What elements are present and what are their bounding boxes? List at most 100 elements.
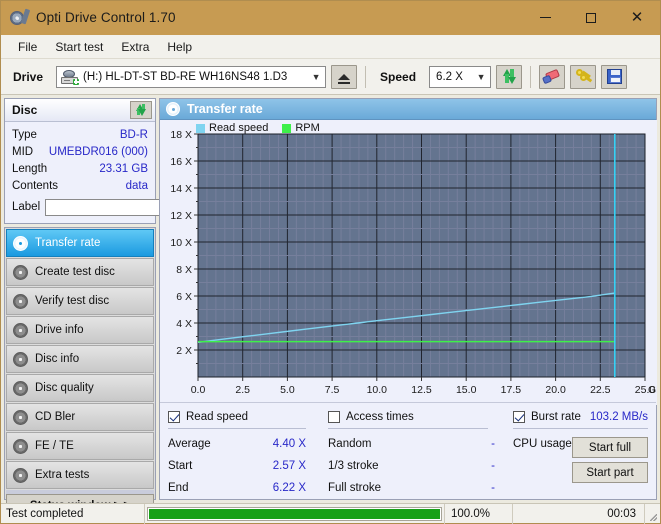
application-window: Opti Drive Control 1.70 ✕ File Start tes… [0,0,661,524]
disc-row-key: Length [12,162,48,175]
disc-row-length: Length 23.31 GB [12,160,148,177]
read-speed-checkbox[interactable] [168,410,180,423]
save-disk-icon [606,69,622,84]
svg-text:10 X: 10 X [170,237,192,249]
sidebar-item-verify-test-disc[interactable]: Verify test disc [6,287,154,315]
svg-text:10.0: 10.0 [367,384,388,396]
resize-grip-icon[interactable] [644,503,660,524]
refresh-button[interactable] [496,64,523,89]
disc-refresh-button[interactable] [130,101,152,119]
keys-button[interactable] [570,64,597,89]
keys-icon [575,69,592,84]
svg-text:6 X: 6 X [176,291,192,303]
result-row-average: Average 4.40 X [168,433,328,455]
sidebar-item-drive-info[interactable]: Drive info [6,316,154,344]
burst-rate-label: Burst rate [531,410,581,423]
eject-button[interactable] [331,64,358,89]
elapsed-time: 00:03 [512,503,644,524]
chart-area: Read speed RPM 2 X 4 X 6 X 8 X 10 X 12 X 14 X 1… [160,120,657,405]
burst-rate-value: 103.2 MB/s [589,410,648,423]
progress-bar [144,503,444,524]
result-row-full-stroke: Full stroke - [328,477,513,499]
save-button[interactable] [601,64,628,89]
sidebar-item-label: CD Bler [35,411,76,423]
svg-text:2 X: 2 X [176,345,192,357]
legend-swatch-read-speed [196,123,205,133]
drive-select[interactable]: (H:) HL-DT-ST BD-RE WH16NS48 1.D3 ▼ [56,65,327,88]
disc-row-value: UMEBDR016 (000) [48,145,148,158]
disc-row-type: Type BD-R [12,126,148,143]
access-times-checkbox[interactable] [328,410,340,423]
sidebar-item-label: FE / TE [35,440,74,452]
toolbar-divider [530,65,532,88]
window-title: Opti Drive Control 1.70 [36,10,176,25]
disc-row-contents: Contents data [12,177,148,194]
disc-row-value: BD-R [119,128,148,141]
result-key: End [168,482,189,494]
results-panel: Read speed Average 4.40 X Start 2.57 X E… [160,402,656,499]
svg-text:12.5: 12.5 [411,384,432,396]
result-value: - [491,482,495,494]
legend-swatch-rpm [282,123,292,133]
sidebar-item-disc-info[interactable]: Disc info [6,345,154,373]
sidebar-item-disc-quality[interactable]: Disc quality [6,374,154,402]
speed-select[interactable]: 6.2 X ▼ [429,65,492,88]
progress-percent: 100.0% [444,503,512,524]
disc-icon [13,322,28,338]
start-full-button[interactable]: Start full [572,437,648,458]
sidebar-item-label: Drive info [35,324,84,336]
disc-row-key: Contents [12,179,59,192]
svg-text:14 X: 14 X [170,183,192,195]
menu-bar: File Start test Extra Help [1,35,660,59]
chart-panel-header: Transfer rate [160,99,656,120]
access-times-group: Access times Random - 1/3 stroke - Full [328,408,513,499]
sidebar-item-transfer-rate[interactable]: Transfer rate [6,229,154,257]
disc-label-row: Label [12,196,220,218]
disc-icon [13,235,28,251]
svg-text:5.0: 5.0 [280,384,295,396]
disc-icon [13,293,28,309]
burst-rate-checkbox[interactable] [513,410,525,423]
close-button[interactable]: ✕ [614,1,660,34]
title-bar: Opti Drive Control 1.70 ✕ [1,1,660,35]
disc-panel: Disc Type BD-R MID UMEBDR016 (000) Lengt… [4,98,220,224]
maximize-button[interactable] [568,1,614,34]
sidebar-item-fe-te[interactable]: FE / TE [6,432,154,460]
chevron-down-icon: ▼ [311,71,321,82]
start-part-button[interactable]: Start part [572,462,648,483]
access-times-checkbox-row[interactable]: Access times [328,408,513,425]
menu-item-file[interactable]: File [9,37,46,57]
menu-item-start-test[interactable]: Start test [46,37,112,57]
sidebar-item-cd-bler[interactable]: CD Bler [6,403,154,431]
start-buttons: Start full Start part [572,437,648,483]
optical-drive-icon [61,69,80,85]
menu-item-help[interactable]: Help [158,37,201,57]
sidebar-item-label: Extra tests [35,469,90,481]
chevron-down-icon: ▼ [476,71,486,82]
result-value: - [491,438,495,450]
disc-icon [13,380,28,396]
sidebar-item-create-test-disc[interactable]: Create test disc [6,258,154,286]
status-message: Test completed [6,507,84,520]
disc-icon [13,351,28,367]
speed-label: Speed [380,69,417,84]
disc-icon [13,438,28,454]
app-icon [10,8,31,27]
maximize-icon [586,12,596,23]
result-value: - [491,460,495,472]
speed-select-value: 6.2 X [436,70,463,83]
sidebar-item-extra-tests[interactable]: Extra tests [6,461,154,489]
disc-icon [166,102,180,116]
erase-button[interactable] [539,64,566,89]
result-key: Random [328,438,372,450]
minimize-button[interactable] [522,1,568,34]
disc-row-key: MID [12,145,34,158]
menu-item-extra[interactable]: Extra [112,37,158,57]
drive-select-value: (H:) HL-DT-ST BD-RE WH16NS48 1.D3 [83,70,288,83]
burst-rate-checkbox-row[interactable]: Burst rate 103.2 MB/s [513,408,648,425]
result-row-start: Start 2.57 X [168,455,328,477]
disc-icon [13,409,28,425]
access-times-label: Access times [346,410,414,423]
read-speed-checkbox-row[interactable]: Read speed [168,408,328,425]
read-speed-group: Read speed Average 4.40 X Start 2.57 X E… [168,408,328,499]
